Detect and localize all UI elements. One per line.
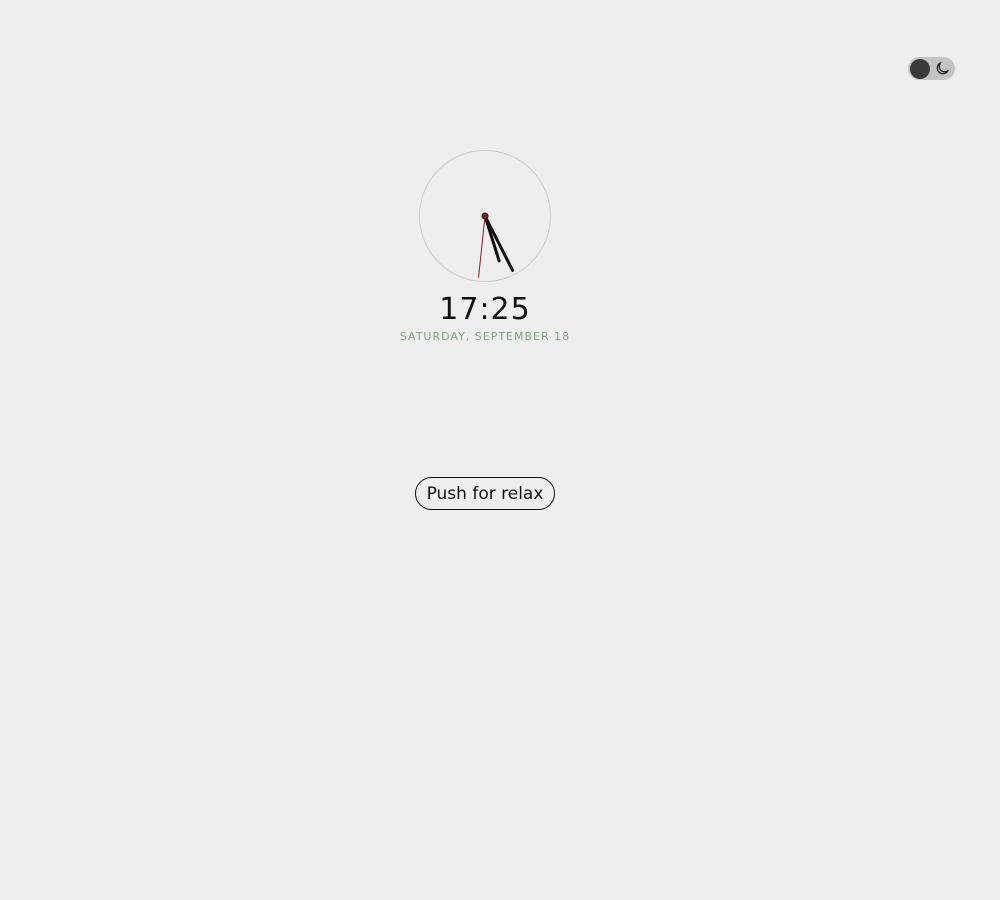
moon-icon	[936, 62, 949, 75]
theme-toggle[interactable]	[908, 57, 955, 80]
digital-time: 17:25	[439, 292, 531, 327]
push-for-relax-button[interactable]: Push for relax	[415, 477, 555, 510]
page: 17:25 SATURDAY, SEPTEMBER 18 Push for re…	[0, 0, 1000, 900]
second-hand	[478, 215, 486, 278]
clock-center-pin	[481, 212, 489, 220]
date-label: SATURDAY, SEPTEMBER 18	[399, 330, 571, 343]
toggle-knob	[910, 58, 930, 79]
analog-clock	[419, 150, 551, 282]
